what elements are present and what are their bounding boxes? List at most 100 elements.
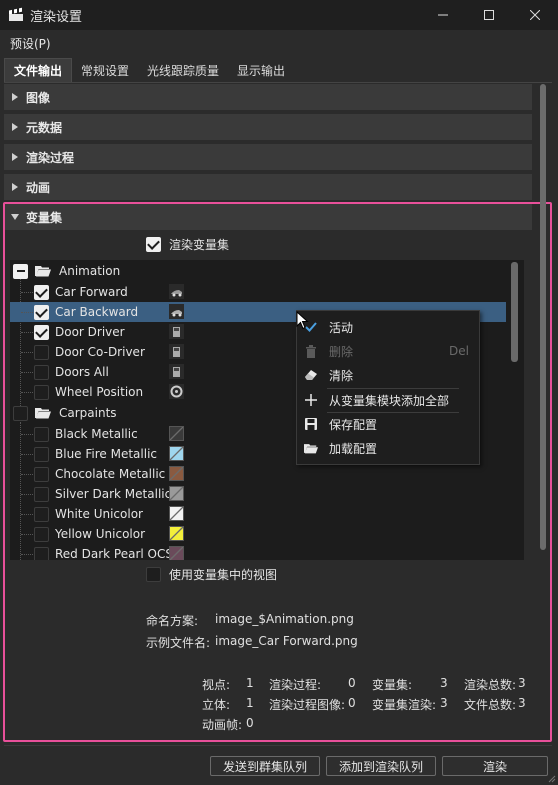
footer-divider [4,745,552,746]
item-checkbox[interactable] [34,426,49,442]
stat-variant-sets-label: 变量集: [372,678,413,692]
color-swatch [169,426,184,441]
tree-item[interactable]: Silver Dark Metallic [10,484,506,504]
item-label: Yellow Unicolor [55,527,146,541]
item-label: Black Metallic [55,427,138,441]
item-checkbox[interactable] [34,486,49,502]
section-variant-sets[interactable]: 变量集 [4,204,532,230]
trash-icon [303,343,319,359]
window-title: 渲染设置 [30,9,83,25]
item-checkbox[interactable] [34,526,49,542]
section-metadata-label: 元数据 [26,120,63,135]
naming-scheme-value: image_$Animation.png [215,612,354,626]
section-image[interactable]: 图像 [4,84,532,110]
color-swatch [169,466,184,481]
use-variant-view-checkbox[interactable] [146,567,161,582]
tree-item[interactable]: Yellow Unicolor [10,524,506,544]
tree-scrollbar[interactable] [510,262,520,558]
send-to-cluster-button[interactable]: 发送到群集队列 [210,756,320,776]
render-variant-sets-checkbox[interactable] [146,237,161,252]
save-icon [303,416,319,432]
example-filename-value: image_Car Forward.png [215,634,358,648]
stat-total-files-label: 文件总数: [464,698,517,712]
color-swatch [169,506,184,521]
stat-pass-images-label: 渲染过程图像: [269,698,346,712]
item-checkbox[interactable] [34,324,49,340]
tree-item[interactable]: Car Forward [10,282,506,302]
item-checkbox[interactable] [34,304,49,320]
expand-arrow-icon [12,183,18,191]
tab-display-output[interactable]: 显示输出 [228,58,294,82]
add-to-render-queue-button[interactable]: 添加到渲染队列 [326,756,436,776]
door-thumbnail-icon [169,344,184,359]
stat-stereo-value: 1 [246,696,254,710]
close-button[interactable] [512,0,558,30]
main-scrollbar-thumb[interactable] [540,84,546,550]
section-variant-sets-label: 变量集 [26,210,63,225]
tree-item[interactable]: Chocolate Metallic [10,464,506,484]
maximize-icon [484,10,494,20]
resize-grip-icon[interactable] [546,773,556,783]
menu-item-load-config[interactable]: 加载配置 [297,436,479,460]
tree-item[interactable]: White Unicolor [10,504,506,524]
item-checkbox[interactable] [34,344,49,360]
item-checkbox[interactable] [34,446,49,462]
group-animation-checkbox[interactable] [13,263,28,279]
tree-group-animation[interactable]: Animation [10,261,506,281]
menu-item-delete[interactable]: 删除 Del [297,339,479,363]
menu-item-save-config[interactable]: 保存配置 [297,412,479,436]
stat-render-passes-value: 0 [348,676,356,690]
stat-anim-frames-value: 0 [246,716,254,730]
stat-total-files-value: 3 [518,696,526,710]
folder-open-icon [35,408,51,419]
car-thumbnail-icon [169,304,184,319]
menu-presets[interactable]: 预设(P) [10,35,51,52]
menu-item-active[interactable]: 活动 [297,315,479,339]
section-animation[interactable]: 动画 [4,174,532,200]
door-thumbnail-icon [169,364,184,379]
tab-raytracing-quality[interactable]: 光线跟踪质量 [138,58,228,82]
group-carpaints-checkbox[interactable] [13,405,28,421]
tab-general[interactable]: 常规设置 [72,58,138,82]
stat-total-renders-label: 渲染总数: [464,678,517,692]
item-checkbox[interactable] [34,466,49,482]
color-swatch [169,446,184,461]
render-variant-sets-option: 渲染变量集 [146,236,229,253]
tab-file-output[interactable]: 文件输出 [4,58,73,82]
render-button[interactable]: 渲染 [442,756,548,776]
stat-variant-renders-label: 变量集渲染: [372,698,437,712]
item-checkbox[interactable] [34,284,49,300]
item-label: White Unicolor [55,507,143,521]
item-label: Wheel Position [55,385,144,399]
tree-scrollbar-thumb[interactable] [511,262,518,362]
item-checkbox[interactable] [34,364,49,380]
use-variant-view-option: 使用变量集中的视图 [146,566,277,583]
section-metadata[interactable]: 元数据 [4,114,532,140]
section-image-label: 图像 [26,90,51,105]
item-checkbox[interactable] [34,506,49,522]
stat-viewpoints-value: 1 [246,676,254,690]
tree-item[interactable]: Red Dark Pearl OCS [10,544,506,560]
item-label: Blue Fire Metallic [55,447,157,461]
section-render-passes[interactable]: 渲染过程 [4,144,532,170]
stat-variant-sets-value: 3 [440,676,448,690]
item-label: Chocolate Metallic [55,467,166,481]
maximize-button[interactable] [466,0,512,30]
menu-item-add-all[interactable]: 从变量集模块添加全部 [297,388,479,412]
stat-pass-images-value: 0 [348,696,356,710]
stat-stereo-label: 立体: [202,698,231,712]
item-checkbox[interactable] [34,546,49,560]
item-label: Silver Dark Metallic [55,487,172,501]
stat-total-renders-value: 3 [518,676,526,690]
car-thumbnail-icon [169,284,184,299]
menu-item-clear[interactable]: 清除 [297,363,479,387]
minimize-button[interactable] [420,0,466,30]
menu-bar: 预设(P) [0,30,558,56]
item-checkbox[interactable] [34,384,49,400]
color-swatch [169,486,184,501]
expand-arrow-icon [12,153,18,161]
main-scrollbar[interactable] [538,84,548,750]
close-icon [530,10,540,20]
tab-bar: 文件输出 常规设置 光线跟踪质量 显示输出 [4,58,294,82]
color-swatch [169,526,184,541]
